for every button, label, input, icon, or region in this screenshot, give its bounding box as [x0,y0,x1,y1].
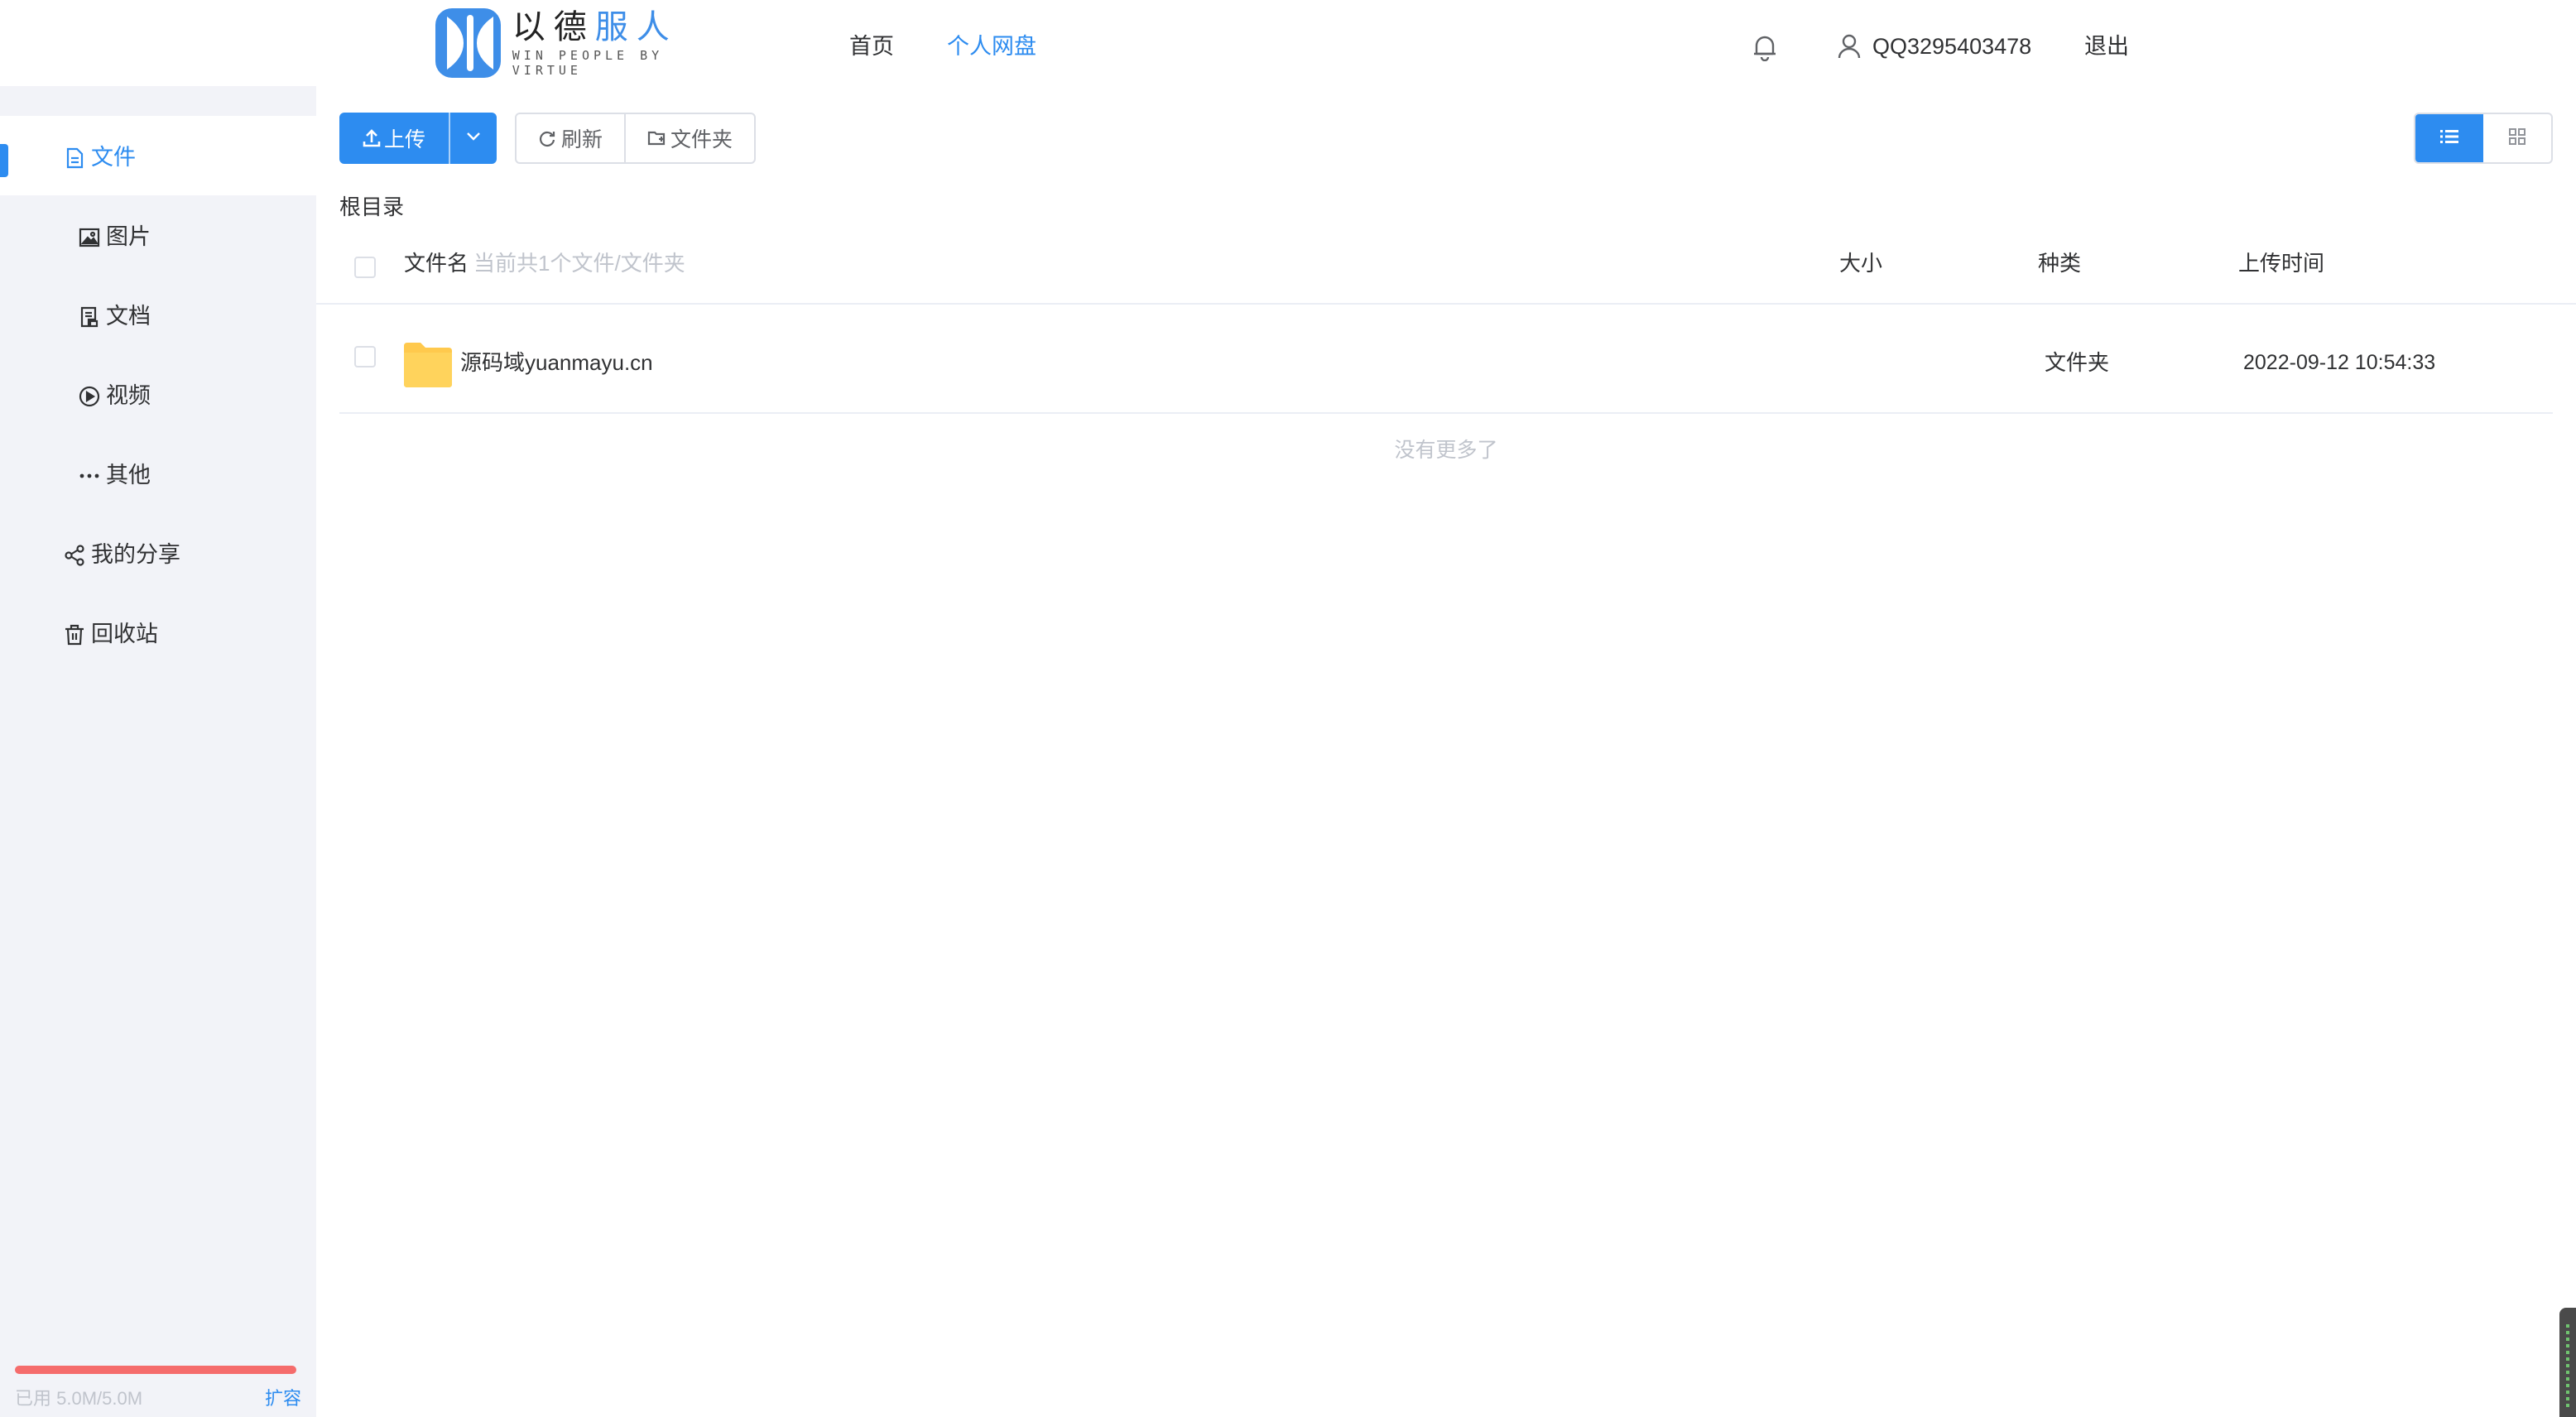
column-header-type[interactable]: 种类 [2038,247,2081,280]
storage-progress-bar [15,1366,296,1374]
logo-text-cn-a: 以德 [512,8,595,46]
image-icon [78,225,101,248]
select-all-checkbox[interactable] [354,257,376,278]
username: QQ3295403478 [1872,33,2032,59]
chevron-down-icon [465,131,482,146]
breadcrumb[interactable]: 根目录 [339,190,404,223]
file-upload-time: 2022-09-12 10:54:33 [2243,351,2436,374]
top-header: 以德服人 WIN PEOPLE BY VIRTUE 首页 个人网盘 QQ3295… [0,0,2576,86]
no-more-text: 没有更多了 [1394,439,1498,462]
grid-view-button[interactable] [2483,114,2551,162]
column-header-name[interactable]: 文件名 当前共1个文件/文件夹 [404,247,685,280]
grid-icon [2508,127,2526,150]
main-content: 上传 刷新 文件夹 根目录 文件名 当前共1个文件/文件夹 大小 种类 上传时间… [316,86,2576,1417]
upload-button-label: 上传 [383,128,425,151]
file-icon [63,146,86,169]
folder-icon [402,339,454,389]
upload-icon [363,128,381,148]
expand-storage-link[interactable]: 扩容 [265,1384,301,1410]
upload-button-group: 上传 [339,113,497,164]
bell-icon[interactable] [1752,33,1778,62]
table-header: 文件名 当前共1个文件/文件夹 大小 种类 上传时间 [316,232,2576,305]
user-menu[interactable]: QQ3295403478 [1838,30,2031,63]
share-icon [63,543,86,566]
level-indicator [2566,1324,2569,1407]
app-root: 以德服人 WIN PEOPLE BY VIRTUE 首页 个人网盘 QQ3295… [0,0,2576,1417]
nav-personal-disk[interactable]: 个人网盘 [947,30,1036,63]
storage-used-text: 已用 5.0M/5.0M [15,1388,143,1409]
sidebar-active-indicator [0,144,8,177]
sidebar-item-other[interactable]: 其他 [78,459,151,492]
nav-home[interactable]: 首页 [849,30,894,63]
user-icon [1838,34,1861,59]
file-name[interactable]: 源码域yuanmayu.cn [460,346,653,379]
folder-add-icon [647,129,666,147]
sidebar-item-videos[interactable]: 视频 [78,379,151,412]
upload-dropdown-button[interactable] [450,113,497,164]
upload-button[interactable]: 上传 [339,113,450,164]
refresh-button-label: 刷新 [561,128,603,151]
sidebar-item-label: 回收站 [91,622,158,646]
sidebar-active-highlight [0,116,316,195]
action-button-group: 刷新 文件夹 [515,113,757,164]
list-view-button[interactable] [2415,114,2483,162]
logo-text: 以德服人 WIN PEOPLE BY VIRTUE [512,8,730,78]
logo[interactable]: 以德服人 WIN PEOPLE BY VIRTUE [435,8,730,78]
view-mode-switch [2414,113,2553,164]
table-row[interactable]: 源码域yuanmayu.cn 文件夹 2022-09-12 10:54:33 [339,305,2553,414]
trash-icon [63,622,86,646]
sidebar-item-label: 视频 [106,383,151,408]
sidebar-item-label: 图片 [106,224,151,249]
sidebar-item-my-share[interactable]: 我的分享 [63,538,180,571]
sidebar-item-label: 其他 [106,463,151,488]
logo-slogan: WIN PEOPLE BY VIRTUE [512,48,664,78]
column-header-upload-time[interactable]: 上传时间 [2238,247,2324,280]
list-icon [2440,129,2458,148]
row-checkbox[interactable] [354,346,376,367]
logout-link[interactable]: 退出 [2084,30,2129,63]
sidebar: 文件 图片 文档 视频 其他 我的分享 回收站 已用 5.0M/5.0M 扩容 [0,86,316,1417]
sidebar-item-images[interactable]: 图片 [78,220,151,253]
logo-text-cn-b: 服人 [594,8,678,46]
storage-usage: 已用 5.0M/5.0M 扩容 [15,1366,301,1410]
refresh-button[interactable]: 刷新 [517,114,624,162]
sidebar-item-documents[interactable]: 文档 [78,300,151,333]
more-icon [78,464,101,487]
sidebar-item-recycle-bin[interactable]: 回收站 [63,617,158,651]
video-icon [78,384,101,407]
new-folder-button-label: 文件夹 [670,128,733,151]
logo-mark-icon [435,8,501,78]
document-icon [78,305,101,328]
file-type: 文件夹 [2045,350,2110,375]
refresh-icon [538,129,556,147]
column-header-size[interactable]: 大小 [1839,247,1882,280]
sidebar-item-label: 文件 [91,145,136,170]
sidebar-item-label: 我的分享 [91,542,180,567]
floating-widget[interactable] [2559,1308,2576,1417]
file-count-hint: 当前共1个文件/文件夹 [473,251,685,276]
new-folder-button[interactable]: 文件夹 [624,114,754,162]
sidebar-item-label: 文档 [106,304,151,329]
sidebar-item-files[interactable]: 文件 [63,141,136,174]
